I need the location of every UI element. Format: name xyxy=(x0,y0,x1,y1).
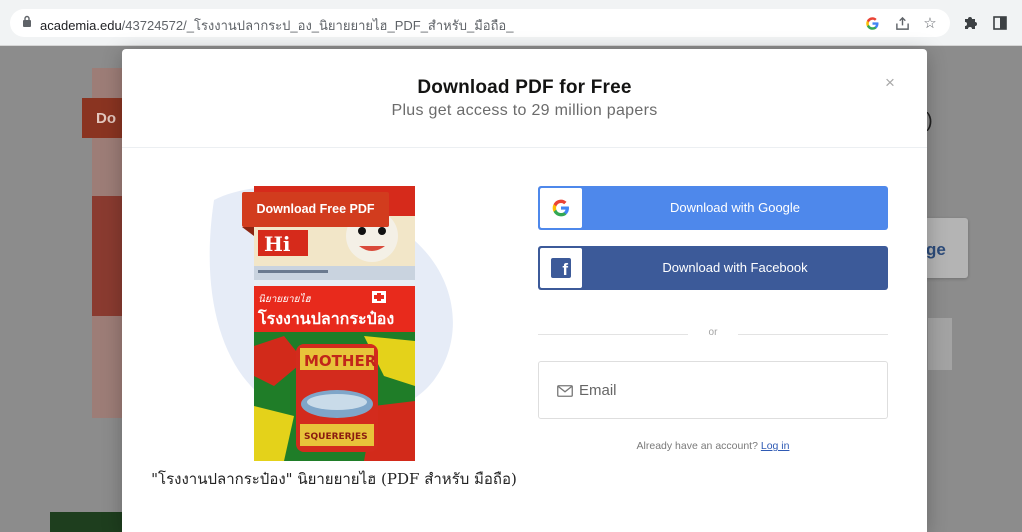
url-path: /43724572/_โรงงานปลากระป_อง_นิยายยายไฮ_P… xyxy=(121,18,514,33)
facebook-logo-icon: f xyxy=(551,258,571,279)
mail-icon xyxy=(557,385,573,397)
background-download-tag: Do xyxy=(82,98,127,138)
sidepanel-icon[interactable] xyxy=(990,13,1010,33)
svg-text:โรงงานปลากระป๋อง: โรงงานปลากระป๋อง xyxy=(257,308,394,328)
email-placeholder: Email xyxy=(579,382,617,399)
google-logo-icon xyxy=(552,199,569,217)
facebook-button-label: Download with Facebook xyxy=(662,260,808,275)
document-title: "โรงงานปลากระป๋อง" นิยายยายไฮ (PDF สำหรั… xyxy=(151,470,517,488)
background-side-panel xyxy=(928,318,952,370)
google-logo-box xyxy=(540,188,582,228)
svg-text:MOTHER: MOTHER xyxy=(304,352,377,370)
download-free-pdf-badge[interactable]: Download Free PDF xyxy=(242,192,389,227)
background-footer-block xyxy=(50,512,122,532)
url-domain: academia.edu xyxy=(40,18,122,33)
lock-icon[interactable] xyxy=(22,15,32,28)
cover-artwork: Hi นิยายยายไฮ โรงงานปลากระป๋อง MOTHER SQ… xyxy=(254,186,415,461)
modal-subtitle: Plus get access to 29 million papers xyxy=(391,102,658,119)
star-icon[interactable]: ☆ xyxy=(920,13,940,33)
download-with-google-button[interactable]: Download with Google xyxy=(538,186,888,230)
google-button-label: Download with Google xyxy=(669,200,801,215)
close-icon[interactable]: × xyxy=(880,73,900,93)
browser-toolbar: academia.edu/43724572/_โรงงานปลากระป_อง_… xyxy=(0,0,1022,46)
or-divider-label: or xyxy=(708,327,718,338)
modal-header: Download PDF for Free Plus get access to… xyxy=(122,49,927,148)
document-cover-image[interactable]: Hi นิยายยายไฮ โรงงานปลากระป๋อง MOTHER SQ… xyxy=(254,186,415,461)
login-link[interactable]: Log in xyxy=(761,440,790,452)
svg-text:SQUERERJES: SQUERERJES xyxy=(304,432,368,442)
download-modal: Download PDF for Free Plus get access to… xyxy=(122,49,927,532)
email-field[interactable]: Email xyxy=(538,361,888,419)
account-prompt: Already have an account? Log in xyxy=(538,440,888,452)
share-icon[interactable] xyxy=(892,13,912,33)
modal-title: Download PDF for Free xyxy=(417,77,632,98)
puzzle-icon[interactable] xyxy=(960,13,980,33)
url-text[interactable]: academia.edu/43724572/_โรงงานปลากระป_อง_… xyxy=(40,15,513,36)
google-icon[interactable] xyxy=(862,13,882,33)
download-with-facebook-button[interactable]: f Download with Facebook xyxy=(538,246,888,290)
badge-fold xyxy=(242,227,254,236)
background-button-label: ge xyxy=(926,240,946,259)
svg-text:Hi: Hi xyxy=(264,232,291,256)
account-prompt-text: Already have an account? xyxy=(636,440,758,452)
background-title-fragment: ) xyxy=(926,110,933,132)
facebook-logo-box: f xyxy=(540,248,582,288)
svg-text:นิยายยายไฮ: นิยายยายไฮ xyxy=(258,293,312,305)
